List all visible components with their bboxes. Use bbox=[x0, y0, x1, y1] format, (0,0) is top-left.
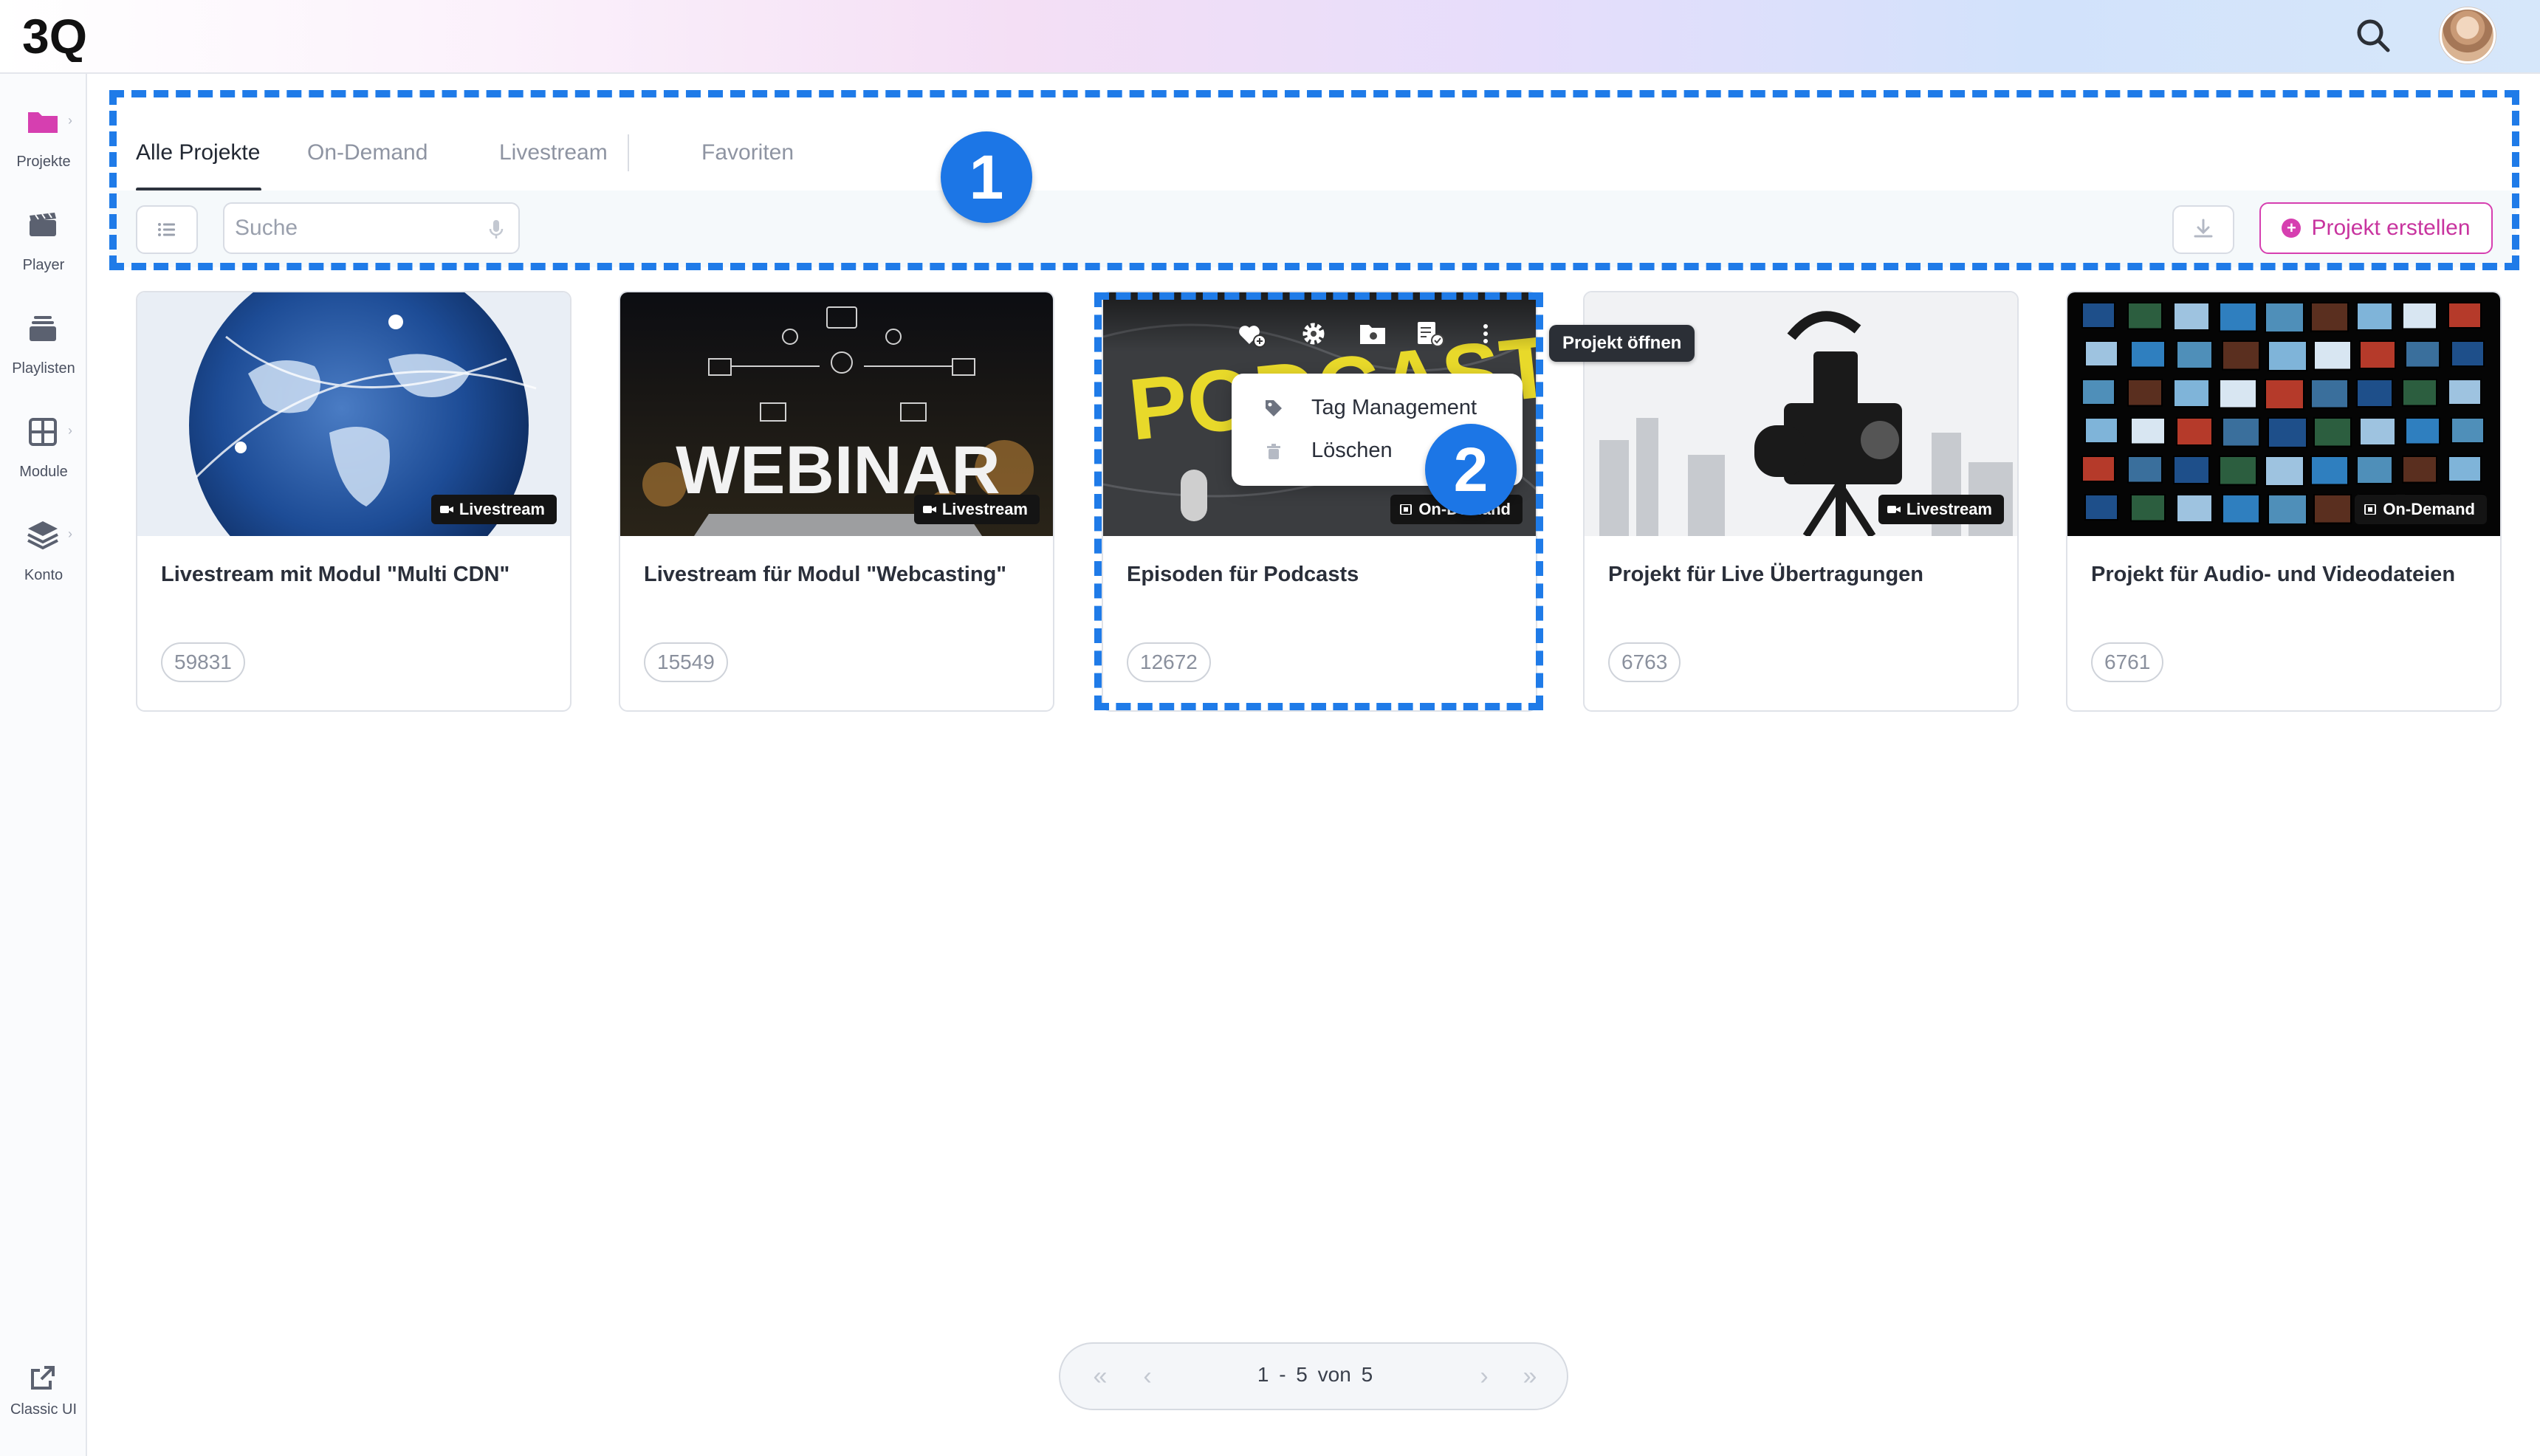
top-bar: 3Q bbox=[0, 0, 2540, 74]
sidebar-item-konto[interactable]: › Konto bbox=[0, 495, 87, 583]
favorite-add-icon[interactable] bbox=[1235, 317, 1269, 350]
folder-settings-icon[interactable] bbox=[1356, 317, 1390, 350]
clapperboard-icon bbox=[30, 213, 56, 236]
type-badge: Livestream bbox=[430, 495, 557, 524]
project-card[interactable]: On-Demand Projekt für Audio- und Videoda… bbox=[2066, 291, 2502, 712]
sidebar-item-player[interactable]: Player bbox=[0, 185, 87, 273]
sidebar-item-playlisten[interactable]: Playlisten bbox=[0, 288, 87, 377]
playlist-stack-icon bbox=[30, 316, 56, 341]
sidebar-item-module[interactable]: › Module bbox=[0, 391, 87, 480]
layers-icon bbox=[27, 521, 58, 550]
film-icon bbox=[1400, 504, 1413, 515]
more-vertical-icon[interactable] bbox=[1477, 317, 1511, 350]
type-badge-label: Livestream bbox=[941, 500, 1028, 518]
type-badge: Livestream bbox=[913, 495, 1040, 524]
annotation-badge-1: 1 bbox=[941, 131, 1032, 223]
logo[interactable]: 3Q bbox=[22, 9, 111, 62]
search-input[interactable] bbox=[235, 204, 478, 253]
video-camera-icon bbox=[922, 506, 936, 513]
sidebar-item-classic-ui[interactable]: Classic UI bbox=[0, 1351, 87, 1440]
project-id-chip: 6761 bbox=[2091, 642, 2164, 682]
sidebar-item-label: Konto bbox=[24, 567, 64, 583]
list-icon bbox=[158, 223, 175, 236]
projects-toolbar: Alle Projekte On-Demand Livestream Favor… bbox=[109, 90, 2516, 267]
sidebar-item-label: Projekte bbox=[16, 154, 71, 170]
project-card[interactable]: WEBINAR Livestream Livestream für Modul … bbox=[619, 291, 1054, 712]
project-id-chip: 15549 bbox=[644, 642, 728, 682]
chevron-right-icon: › bbox=[68, 526, 72, 541]
project-card[interactable]: Livestream Livestream mit Modul "Multi C… bbox=[136, 291, 572, 712]
list-view-button[interactable] bbox=[136, 205, 198, 254]
project-title: Projekt für Audio- und Videodateien bbox=[2091, 563, 2456, 586]
film-icon bbox=[2364, 504, 2377, 515]
create-project-button[interactable]: + Projekt erstellen bbox=[2259, 202, 2493, 254]
avatar[interactable] bbox=[2440, 7, 2496, 63]
chevron-right-icon: › bbox=[68, 113, 72, 128]
checklist-icon[interactable] bbox=[1413, 317, 1447, 350]
video-camera-icon bbox=[1887, 506, 1901, 513]
tools-row: + Projekt erstellen bbox=[109, 190, 2516, 267]
annotation-badge-2: 2 bbox=[1425, 424, 1517, 515]
menu-item-label: Löschen bbox=[1311, 439, 1393, 462]
project-title: Livestream für Modul "Webcasting" bbox=[644, 563, 1007, 586]
project-title: Projekt für Live Übertragungen bbox=[1608, 563, 1924, 586]
external-link-icon bbox=[31, 1366, 55, 1390]
folder-icon bbox=[28, 112, 58, 133]
sidebar-footer-label: Classic UI bbox=[10, 1401, 77, 1418]
tab-favoriten[interactable]: Favoriten bbox=[701, 140, 794, 165]
sidebar: › Projekte Player Playlisten › Module › … bbox=[0, 74, 87, 1456]
trash-icon bbox=[1267, 444, 1280, 459]
tooltip: Projekt öffnen bbox=[1549, 325, 1695, 362]
download-button[interactable] bbox=[2172, 205, 2234, 254]
tab-alle-projekte[interactable]: Alle Projekte bbox=[136, 140, 260, 165]
type-badge-label: Livestream bbox=[459, 500, 545, 518]
gear-icon[interactable] bbox=[1297, 317, 1331, 350]
type-badge: Livestream bbox=[1878, 495, 2004, 524]
sidebar-item-label: Module bbox=[19, 464, 68, 480]
search-icon[interactable] bbox=[2352, 15, 2394, 56]
plus-icon: + bbox=[2282, 219, 2302, 238]
chevron-right-icon: › bbox=[68, 423, 72, 438]
project-id-chip: 59831 bbox=[161, 642, 245, 682]
sidebar-item-label: Playlisten bbox=[12, 360, 75, 377]
project-id-chip: 6763 bbox=[1608, 642, 1681, 682]
type-badge-label: Livestream bbox=[1906, 500, 1992, 518]
menu-item-label: Tag Management bbox=[1311, 396, 1477, 419]
create-project-label: Projekt erstellen bbox=[2311, 216, 2471, 240]
tag-icon bbox=[1266, 400, 1282, 416]
project-id-chip: 12672 bbox=[1127, 642, 1211, 682]
microphone-icon[interactable] bbox=[483, 216, 509, 242]
menu-item-tag-management[interactable]: Tag Management bbox=[1232, 387, 1523, 430]
svg-text:3Q: 3Q bbox=[22, 9, 87, 62]
pagination: « ‹ 1 - 5 von 5 › » bbox=[1059, 1342, 1568, 1410]
project-title: Livestream mit Modul "Multi CDN" bbox=[161, 563, 510, 586]
card-action-bar bbox=[1103, 292, 1536, 351]
download-icon bbox=[2194, 219, 2213, 238]
tab-on-demand[interactable]: On-Demand bbox=[307, 140, 428, 165]
sidebar-item-projekte[interactable]: › Projekte bbox=[0, 81, 87, 170]
grid-icon bbox=[29, 418, 57, 446]
tab-divider bbox=[628, 134, 629, 171]
sidebar-item-label: Player bbox=[22, 257, 65, 273]
project-title: Episoden für Podcasts bbox=[1127, 563, 1359, 586]
tab-livestream[interactable]: Livestream bbox=[499, 140, 608, 165]
last-page-button[interactable]: » bbox=[1515, 1361, 1545, 1391]
video-camera-icon bbox=[439, 506, 453, 513]
next-page-button[interactable]: › bbox=[1469, 1361, 1499, 1391]
type-badge: On-Demand bbox=[2355, 495, 2487, 524]
search-field bbox=[223, 202, 520, 254]
type-badge-label: On-Demand bbox=[2383, 500, 2475, 518]
